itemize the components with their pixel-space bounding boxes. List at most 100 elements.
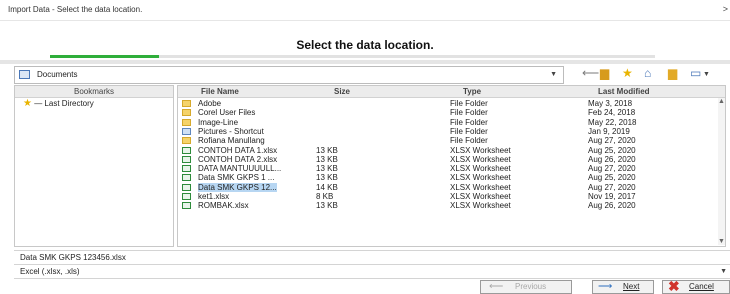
file-row[interactable]: Data SMK GKPS 12... 14 KB XLSX Worksheet Au…: [178, 182, 718, 192]
header-divider: [0, 60, 730, 64]
next-button[interactable]: ⟶ Next: [592, 280, 654, 294]
file-name: CONTOH DATA 1.xlsx: [198, 145, 278, 155]
xlsx-icon: [182, 174, 191, 182]
file-name: Corel User Files: [198, 108, 256, 118]
folder-icon: [182, 137, 191, 145]
xlsx-icon: [182, 183, 191, 191]
title-bar: Import Data - Select the data location. …: [0, 0, 730, 21]
file-size: 13 KB: [316, 201, 338, 211]
scroll-down-icon[interactable]: ▼: [718, 238, 725, 245]
folder-icon[interactable]: ▆: [668, 67, 677, 79]
filename-field[interactable]: Data SMK GKPS 123456.xlsx: [14, 250, 730, 265]
file-row[interactable]: Corel User Files File Folder Feb 24, 2018: [178, 108, 718, 117]
filename-value: Data SMK GKPS 123456.xlsx: [20, 253, 126, 262]
file-size: 13 KB: [316, 173, 338, 183]
vertical-scrollbar[interactable]: ▲ ▼: [718, 98, 725, 245]
cancel-label: Cancel: [689, 282, 714, 291]
file-type: File Folder: [450, 126, 488, 136]
cancel-button[interactable]: ✖ Cancel: [662, 278, 730, 294]
file-name: Rofiana Manullang: [198, 136, 265, 146]
file-row[interactable]: CONTOH DATA 1.xlsx 13 KB XLSX Worksheet Aug…: [178, 146, 718, 155]
file-modified: Aug 25, 2020: [588, 173, 636, 183]
filetype-select[interactable]: Excel (.xlsx, .xls) ▼: [14, 265, 730, 279]
file-modified: Aug 27, 2020: [588, 136, 636, 146]
page-heading: Select the data location.: [296, 38, 434, 52]
back-arrow-icon[interactable]: ⟵: [582, 67, 599, 79]
xlsx-icon: [182, 202, 191, 210]
bookmark-label: — Last Directory: [34, 99, 94, 108]
file-type: XLSX Worksheet: [450, 182, 511, 192]
file-modified: May 3, 2018: [588, 99, 633, 108]
cancel-x-icon: ✖: [668, 278, 680, 294]
file-modified: Jan 9, 2019: [588, 126, 630, 136]
file-name: CONTOH DATA 2.xlsx: [198, 154, 278, 164]
file-type: XLSX Worksheet: [450, 164, 511, 174]
file-name: Image-Line: [198, 117, 239, 127]
file-row[interactable]: DATA MANTUUUULL... 13 KB XLSX Worksheet Aug…: [178, 164, 718, 173]
file-type: XLSX Worksheet: [450, 201, 511, 211]
xlsx-icon: [182, 165, 191, 173]
file-row[interactable]: Image-Line File Folder May 22, 2018: [178, 118, 718, 127]
next-arrow-icon: ⟶: [598, 281, 613, 292]
file-type: File Folder: [450, 99, 488, 108]
new-folder-icon[interactable]: ▆: [600, 67, 609, 79]
location-toolbar: ⟵ ▆ ★ ⌂ ▆ ▭ ▼: [578, 65, 730, 83]
file-row[interactable]: Adobe File Folder May 3, 2018: [178, 99, 718, 108]
file-row[interactable]: Pictures - Shortcut File Folder Jan 9, 201…: [178, 127, 718, 136]
window-title: Import Data - Select the data location.: [8, 5, 143, 14]
file-modified: Feb 24, 2018: [588, 108, 636, 118]
star-icon: ★: [23, 98, 32, 109]
folder-icon: [182, 109, 191, 117]
xlsx-icon: [182, 146, 191, 154]
file-type: File Folder: [450, 136, 488, 146]
column-header-modified[interactable]: Last Modified: [598, 87, 650, 96]
file-type: File Folder: [450, 108, 488, 118]
column-header-type[interactable]: Type: [463, 87, 481, 96]
file-row[interactable]: Rofiana Manullang File Folder Aug 27, 2020: [178, 136, 718, 145]
file-modified: Aug 27, 2020: [588, 164, 636, 174]
filetype-value: Excel (.xlsx, .xls): [20, 267, 80, 276]
file-type: File Folder: [450, 117, 488, 127]
file-size: 13 KB: [316, 145, 338, 155]
folder-icon: [182, 118, 191, 126]
file-modified: Aug 26, 2020: [588, 201, 636, 211]
bookmarks-panel: Bookmarks ★ — Last Directory: [14, 85, 174, 247]
bookmark-last-directory[interactable]: ★ — Last Directory: [23, 98, 94, 109]
view-options-chevron-icon[interactable]: ▼: [703, 69, 710, 81]
shortcut-icon: [182, 127, 191, 135]
chevron-down-icon[interactable]: ▼: [720, 268, 727, 275]
file-row[interactable]: Data SMK GKPS 1 ... 13 KB XLSX Worksheet Au…: [178, 173, 718, 182]
xlsx-icon: [182, 155, 191, 163]
wizard-progress-fill: [50, 55, 159, 58]
file-list: File Name Size Type Last Modified Adobe F…: [177, 85, 726, 247]
file-size: 8 KB: [316, 192, 334, 201]
home-icon[interactable]: ⌂: [644, 67, 651, 79]
bookmarks-header: Bookmarks: [15, 86, 173, 98]
wizard-progress-bar: [50, 55, 655, 58]
file-type: XLSX Worksheet: [450, 192, 511, 201]
file-row[interactable]: CONTOH DATA 2.xlsx 13 KB XLSX Worksheet Aug…: [178, 155, 718, 164]
file-type: XLSX Worksheet: [450, 173, 511, 183]
file-row[interactable]: ket1.xlsx 8 KB XLSX Worksheet Nov 19, 2017: [178, 192, 718, 201]
file-row[interactable]: ROMBAK.xlsx 13 KB XLSX Worksheet Aug 26, 20…: [178, 201, 718, 210]
file-name: ROMBAK.xlsx: [198, 201, 249, 211]
chevron-down-icon[interactable]: ▼: [550, 71, 557, 78]
file-size: 14 KB: [316, 182, 338, 192]
scroll-up-icon[interactable]: ▲: [718, 98, 725, 105]
file-list-header: File Name Size Type Last Modified: [178, 86, 725, 98]
documents-icon: [19, 70, 30, 79]
file-type: XLSX Worksheet: [450, 154, 511, 164]
column-header-name[interactable]: File Name: [201, 87, 239, 96]
location-select[interactable]: Documents ▼: [14, 66, 564, 84]
previous-button[interactable]: ⟵ Previous: [480, 280, 572, 294]
file-name: ket1.xlsx: [198, 192, 230, 201]
file-size: 13 KB: [316, 154, 338, 164]
file-type: XLSX Worksheet: [450, 145, 511, 155]
xlsx-icon: [182, 193, 191, 200]
wizard-header: Select the data location.: [0, 21, 730, 59]
close-icon[interactable]: >: [723, 4, 728, 14]
add-bookmark-star-icon[interactable]: ★: [622, 67, 633, 79]
view-options-icon[interactable]: ▭: [690, 67, 701, 79]
file-name: Pictures - Shortcut: [198, 126, 264, 136]
column-header-size[interactable]: Size: [334, 87, 350, 96]
